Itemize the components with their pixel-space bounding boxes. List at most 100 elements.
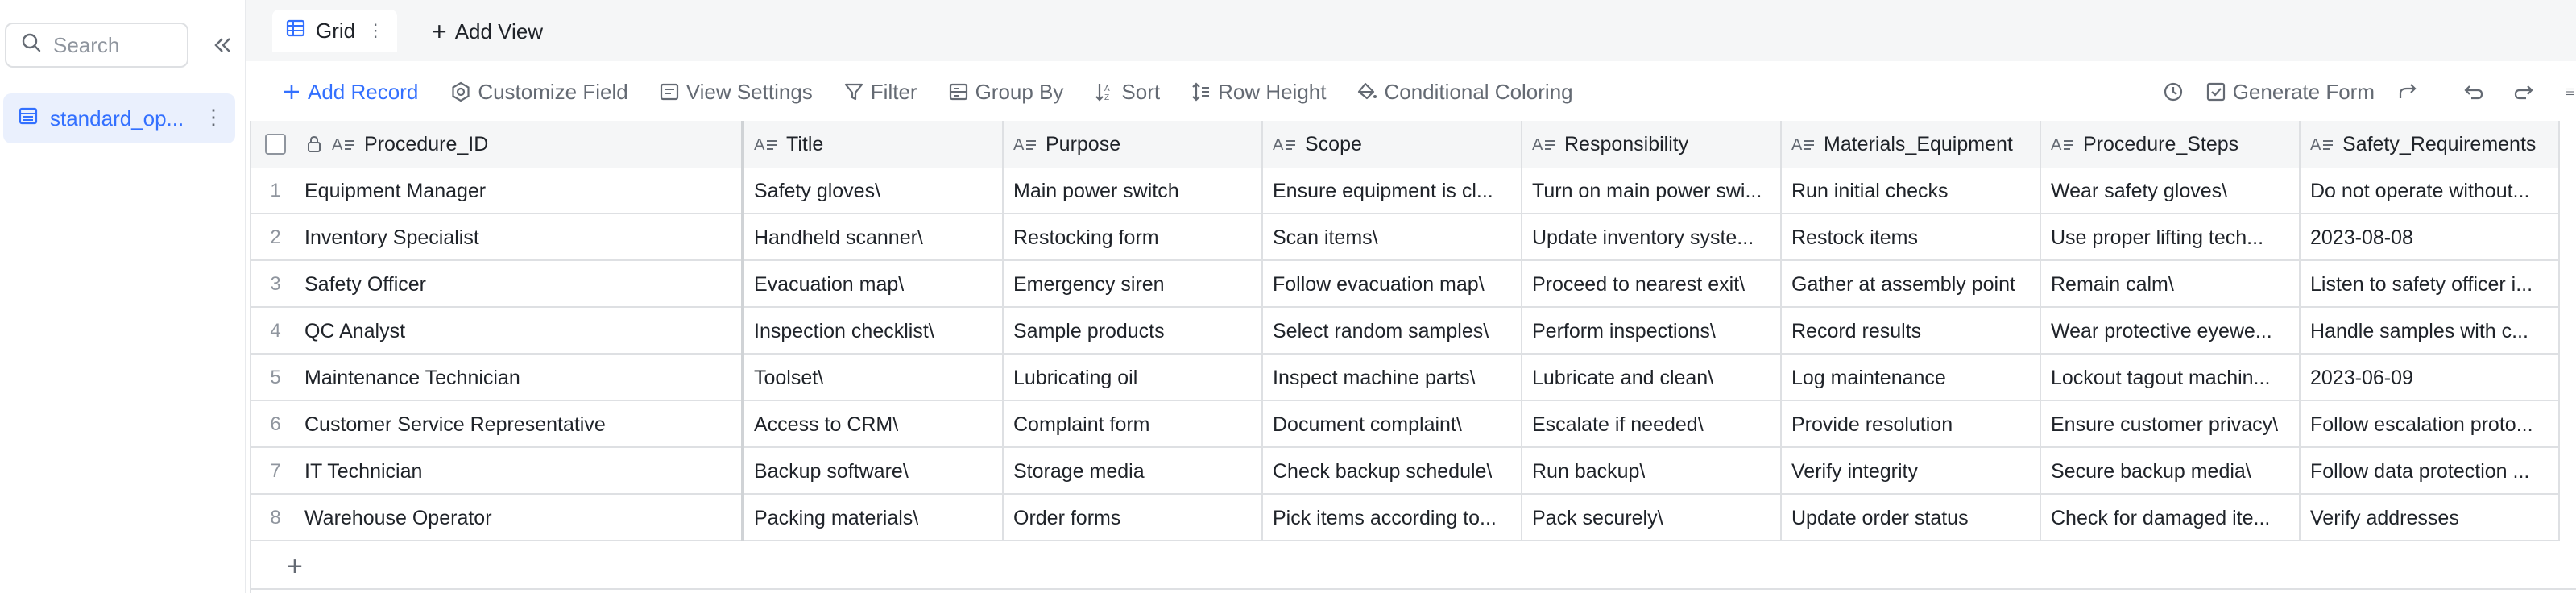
table-cell[interactable]: Sample products xyxy=(1004,308,1263,355)
table-row[interactable]: 4 QC Analyst Inspection checklist\ Sampl… xyxy=(251,308,2560,355)
table-row[interactable]: 6 Customer Service Representative Access… xyxy=(251,401,2560,448)
table-cell[interactable]: Handle samples with c... xyxy=(2301,308,2560,355)
table-cell[interactable]: Document complaint\ xyxy=(1263,401,1522,448)
more-vertical-icon[interactable]: ⋮ xyxy=(203,105,224,129)
column-header-purpose[interactable]: A Purpose xyxy=(1004,121,1263,168)
table-cell[interactable]: Ensure customer privacy\ xyxy=(2041,401,2301,448)
add-row-button[interactable]: + xyxy=(251,545,2576,590)
table-cell[interactable]: Proceed to nearest exit\ xyxy=(1522,261,1782,308)
undo-icon[interactable] xyxy=(2457,76,2489,108)
table-cell[interactable]: Emergency siren xyxy=(1004,261,1263,308)
column-header-procedure-id[interactable]: A Procedure_ID xyxy=(300,121,744,168)
table-cell[interactable]: Remain calm\ xyxy=(2041,261,2301,308)
table-cell[interactable]: Scan items\ xyxy=(1263,214,1522,261)
table-row[interactable]: 1 Equipment Manager Safety gloves\ Main … xyxy=(251,168,2560,214)
table-cell[interactable]: Inspect machine parts\ xyxy=(1263,355,1522,401)
column-header-safety-requirements[interactable]: A Safety_Requirements xyxy=(2301,121,2560,168)
table-cell[interactable]: Lockout tagout machin... xyxy=(2041,355,2301,401)
sidebar-item-table[interactable]: standard_op... ⋮ xyxy=(3,93,235,143)
table-cell[interactable]: 2023-08-08 xyxy=(2301,214,2560,261)
view-settings-button[interactable]: View Settings xyxy=(659,76,813,108)
table-cell[interactable]: Follow evacuation map\ xyxy=(1263,261,1522,308)
table-cell[interactable]: Backup software\ xyxy=(744,448,1004,495)
table-cell[interactable]: Complaint form xyxy=(1004,401,1263,448)
table-cell[interactable]: Lubricate and clean\ xyxy=(1522,355,1782,401)
table-cell[interactable]: Warehouse Operator xyxy=(300,495,744,541)
table-cell[interactable]: Verify integrity xyxy=(1782,448,2041,495)
table-cell[interactable]: Provide resolution xyxy=(1782,401,2041,448)
table-cell[interactable]: Ensure equipment is cl... xyxy=(1263,168,1522,214)
table-cell[interactable]: Verify addresses xyxy=(2301,495,2560,541)
generate-form-button[interactable]: Generate Form xyxy=(2205,76,2375,108)
table-cell[interactable]: Listen to safety officer i... xyxy=(2301,261,2560,308)
table-cell[interactable]: Order forms xyxy=(1004,495,1263,541)
table-cell[interactable]: Check backup schedule\ xyxy=(1263,448,1522,495)
column-header-title[interactable]: A Title xyxy=(744,121,1004,168)
table-cell[interactable]: Log maintenance xyxy=(1782,355,2041,401)
table-cell[interactable]: Evacuation map\ xyxy=(744,261,1004,308)
table-cell[interactable]: Perform inspections\ xyxy=(1522,308,1782,355)
table-cell[interactable]: Customer Service Representative xyxy=(300,401,744,448)
table-cell[interactable]: Follow escalation proto... xyxy=(2301,401,2560,448)
double-chevron-left-icon[interactable] xyxy=(206,29,238,61)
select-all-checkbox[interactable] xyxy=(251,121,300,168)
table-cell[interactable]: Safety gloves\ xyxy=(744,168,1004,214)
more-vertical-icon[interactable]: ⋮ xyxy=(367,20,384,41)
table-cell[interactable]: IT Technician xyxy=(300,448,744,495)
table-cell[interactable]: Check for damaged ite... xyxy=(2041,495,2301,541)
table-cell[interactable]: Equipment Manager xyxy=(300,168,744,214)
table-cell[interactable]: Access to CRM\ xyxy=(744,401,1004,448)
table-cell[interactable]: Lubricating oil xyxy=(1004,355,1263,401)
table-cell[interactable]: 2023-06-09 xyxy=(2301,355,2560,401)
table-row[interactable]: 2 Inventory Specialist Handheld scanner\… xyxy=(251,214,2560,261)
table-cell[interactable]: Follow data protection ... xyxy=(2301,448,2560,495)
share-icon[interactable] xyxy=(2392,76,2425,108)
table-cell[interactable]: Wear protective eyewe... xyxy=(2041,308,2301,355)
table-cell[interactable]: Toolset\ xyxy=(744,355,1004,401)
customize-field-button[interactable]: Customize Field xyxy=(450,76,628,108)
table-cell[interactable]: Turn on main power swi... xyxy=(1522,168,1782,214)
table-cell[interactable]: Update inventory syste... xyxy=(1522,214,1782,261)
table-row[interactable]: 8 Warehouse Operator Packing materials\ … xyxy=(251,495,2560,541)
table-cell[interactable]: Pack securely\ xyxy=(1522,495,1782,541)
column-header-scope[interactable]: A Scope xyxy=(1263,121,1522,168)
search-input[interactable]: Search xyxy=(5,23,188,68)
conditional-coloring-button[interactable]: Conditional Coloring xyxy=(1356,76,1573,108)
table-cell[interactable]: Maintenance Technician xyxy=(300,355,744,401)
table-row[interactable]: 3 Safety Officer Evacuation map\ Emergen… xyxy=(251,261,2560,308)
table-cell[interactable]: Gather at assembly point xyxy=(1782,261,2041,308)
table-row[interactable]: 5 Maintenance Technician Toolset\ Lubric… xyxy=(251,355,2560,401)
row-height-button[interactable]: Row Height xyxy=(1191,76,1326,108)
table-cell[interactable]: Storage media xyxy=(1004,448,1263,495)
menu-icon[interactable] xyxy=(2565,76,2576,108)
add-record-button[interactable]: Add Record xyxy=(282,76,418,108)
table-row[interactable]: 7 IT Technician Backup software\ Storage… xyxy=(251,448,2560,495)
table-cell[interactable]: Pick items according to... xyxy=(1263,495,1522,541)
column-header-responsibility[interactable]: A Responsibility xyxy=(1522,121,1782,168)
table-cell[interactable]: Inventory Specialist xyxy=(300,214,744,261)
table-cell[interactable]: QC Analyst xyxy=(300,308,744,355)
history-icon[interactable] xyxy=(2157,76,2189,108)
filter-button[interactable]: Filter xyxy=(843,76,917,108)
table-cell[interactable]: Handheld scanner\ xyxy=(744,214,1004,261)
table-cell[interactable]: Inspection checklist\ xyxy=(744,308,1004,355)
table-cell[interactable]: Use proper lifting tech... xyxy=(2041,214,2301,261)
sort-button[interactable]: AZ Sort xyxy=(1094,76,1160,108)
table-cell[interactable]: Select random samples\ xyxy=(1263,308,1522,355)
table-cell[interactable]: Record results xyxy=(1782,308,2041,355)
table-cell[interactable]: Update order status xyxy=(1782,495,2041,541)
group-by-button[interactable]: Group By xyxy=(948,76,1063,108)
table-cell[interactable]: Safety Officer xyxy=(300,261,744,308)
table-cell[interactable]: Restock items xyxy=(1782,214,2041,261)
table-cell[interactable]: Restocking form xyxy=(1004,214,1263,261)
table-cell[interactable]: Wear safety gloves\ xyxy=(2041,168,2301,214)
redo-icon[interactable] xyxy=(2508,76,2541,108)
table-cell[interactable]: Secure backup media\ xyxy=(2041,448,2301,495)
table-cell[interactable]: Run initial checks xyxy=(1782,168,2041,214)
column-header-procedure-steps[interactable]: A Procedure_Steps xyxy=(2041,121,2301,168)
add-view-button[interactable]: + Add View xyxy=(432,16,543,47)
tab-grid[interactable]: Grid ⋮ xyxy=(272,10,398,52)
table-cell[interactable]: Main power switch xyxy=(1004,168,1263,214)
table-cell[interactable]: Escalate if needed\ xyxy=(1522,401,1782,448)
table-cell[interactable]: Packing materials\ xyxy=(744,495,1004,541)
